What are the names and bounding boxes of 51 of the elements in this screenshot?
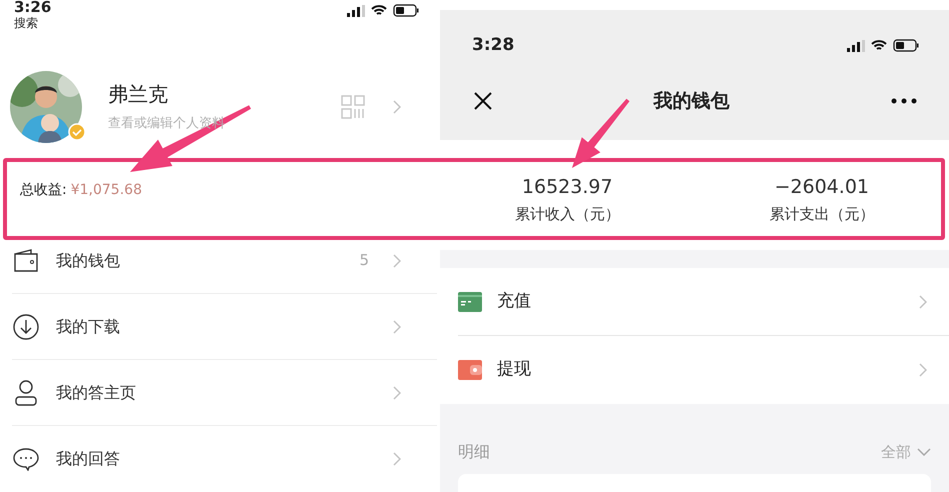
stat-label: 累计支出（元） bbox=[769, 204, 874, 225]
qr-code-icon bbox=[341, 94, 365, 119]
signal-icon bbox=[347, 4, 365, 16]
chevron-icon bbox=[393, 452, 401, 466]
page-title: 我的钱包 bbox=[654, 88, 730, 114]
caret-icon bbox=[917, 448, 931, 456]
signal-icon bbox=[847, 40, 865, 52]
more-icon bbox=[891, 98, 917, 104]
menu-item[interactable]: 我的答主页 bbox=[12, 360, 437, 426]
chevron-icon bbox=[393, 386, 401, 400]
wallet-icon bbox=[13, 248, 39, 272]
menu-label: 我的下载 bbox=[56, 316, 121, 338]
stat-value: 16523.97 bbox=[522, 174, 613, 200]
download-icon bbox=[13, 314, 39, 340]
card-icon bbox=[458, 292, 482, 312]
menu-label: 我的答主页 bbox=[56, 382, 137, 404]
wifi-icon bbox=[871, 40, 887, 52]
close-icon bbox=[474, 92, 492, 110]
chevron-icon bbox=[919, 363, 927, 377]
status-time: 3:26 bbox=[14, 0, 52, 15]
wifi-icon bbox=[371, 4, 387, 16]
stat-value: −2604.01 bbox=[774, 174, 869, 200]
total-earnings-label: 总收益: bbox=[20, 180, 67, 200]
menu-item[interactable]: 我的钱包 5 bbox=[12, 228, 437, 294]
menu-count: 5 bbox=[359, 250, 369, 272]
more-button[interactable] bbox=[889, 96, 919, 106]
battery-icon bbox=[393, 4, 419, 17]
back-link[interactable]: 搜索 bbox=[14, 15, 52, 31]
chat-icon bbox=[12, 447, 40, 471]
details-title: 明细 bbox=[458, 441, 490, 463]
wallet-icon bbox=[458, 360, 482, 380]
stat-label: 累计收入（元） bbox=[514, 204, 620, 225]
close-button[interactable] bbox=[472, 90, 494, 112]
action-label: 提现 bbox=[497, 358, 532, 382]
action-row[interactable]: 充值 bbox=[458, 268, 949, 336]
chevron-icon bbox=[919, 294, 927, 308]
total-earnings-amount: ¥1,075.68 bbox=[70, 180, 142, 200]
menu-label: 我的钱包 bbox=[56, 250, 121, 272]
profile-name: 弗兰克 bbox=[108, 81, 169, 108]
action-row[interactable]: 提现 bbox=[458, 336, 949, 404]
person-icon bbox=[14, 380, 38, 406]
arrow bbox=[572, 98, 630, 168]
chevron-icon bbox=[393, 320, 401, 334]
menu-item[interactable]: 我的回答 bbox=[12, 426, 437, 492]
chevron-icon bbox=[393, 254, 401, 268]
chevron-icon bbox=[393, 100, 401, 114]
status-time: 3:28 bbox=[472, 34, 514, 57]
action-label: 充值 bbox=[497, 290, 532, 313]
menu-item[interactable]: 我的下载 bbox=[12, 294, 437, 360]
menu-label: 我的回答 bbox=[56, 448, 121, 470]
battery-icon bbox=[893, 39, 919, 52]
